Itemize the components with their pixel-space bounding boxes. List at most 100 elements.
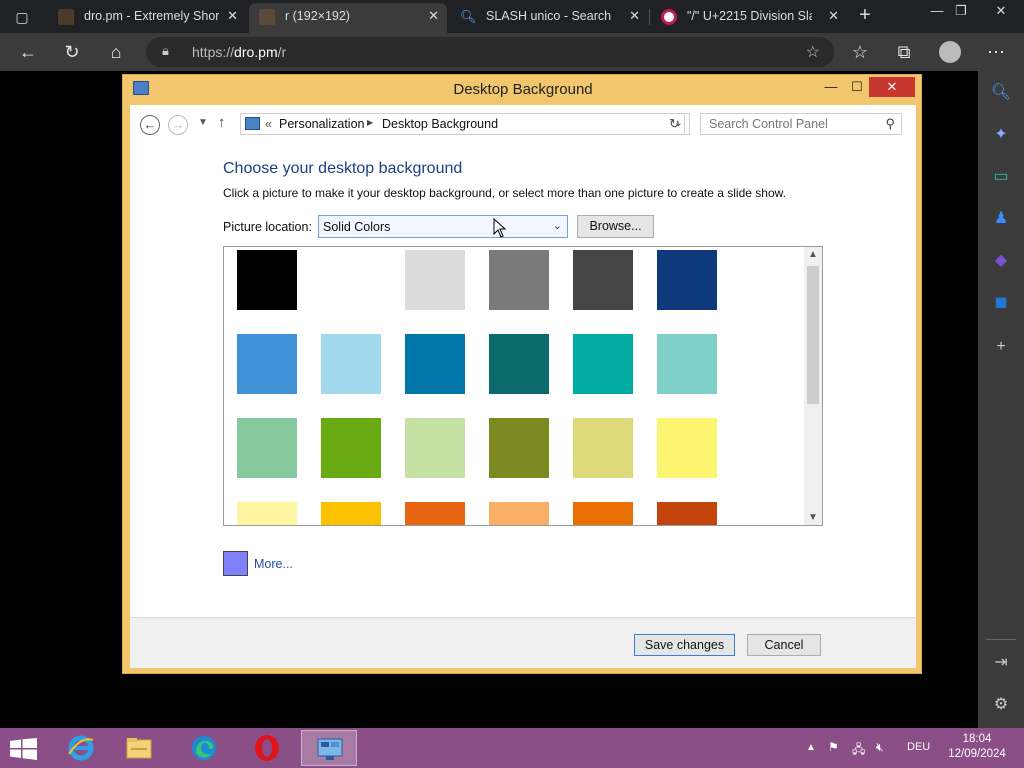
search-icon[interactable]: ⚲ bbox=[885, 116, 895, 132]
reload-icon[interactable]: ↻ bbox=[58, 39, 86, 65]
desktop-background-window: Desktop Background — ☐ ✕ ← → ▼ ↑ « Perso… bbox=[122, 74, 922, 674]
color-swatch[interactable] bbox=[657, 334, 717, 394]
system-clock[interactable]: 18:04 12/09/2024 bbox=[944, 732, 1010, 762]
color-swatch[interactable] bbox=[237, 502, 297, 525]
sidebar-toggle-icon[interactable]: ⇥ bbox=[989, 651, 1013, 675]
more-menu-icon[interactable]: ⋯ bbox=[982, 39, 1010, 65]
color-swatch[interactable] bbox=[405, 250, 465, 310]
more-colors-link[interactable]: More... bbox=[254, 557, 293, 571]
color-swatch[interactable] bbox=[489, 502, 549, 525]
tab-search[interactable]: 🔍︎ SLASH unico - Search ✕ bbox=[450, 3, 648, 33]
control-panel-taskbar-button[interactable] bbox=[301, 730, 357, 766]
network-icon[interactable]: 🖧︎ bbox=[852, 740, 865, 761]
window-title: Desktop Background bbox=[453, 81, 593, 98]
color-swatch[interactable] bbox=[405, 334, 465, 394]
edge-taskbar-button[interactable] bbox=[176, 730, 232, 766]
color-swatch[interactable] bbox=[573, 250, 633, 310]
search-input[interactable] bbox=[701, 114, 871, 134]
action-center-flag-icon[interactable]: ⚑ bbox=[828, 740, 839, 754]
profile-avatar[interactable] bbox=[936, 39, 964, 65]
forward-icon[interactable]: → bbox=[168, 115, 188, 135]
color-swatch[interactable] bbox=[405, 502, 465, 525]
close-icon[interactable]: ✕ bbox=[227, 3, 238, 29]
file-explorer-taskbar-button[interactable] bbox=[111, 730, 167, 766]
outlook-icon[interactable]: ◼ bbox=[989, 291, 1013, 315]
volume-muted-icon[interactable]: 🔇︎ bbox=[876, 740, 884, 755]
breadcrumb-overflow[interactable]: « bbox=[265, 117, 272, 131]
back-arrow-icon[interactable]: ← bbox=[14, 39, 42, 65]
folder-icon bbox=[126, 738, 152, 759]
people-icon[interactable]: ♟ bbox=[989, 207, 1013, 231]
color-swatch[interactable] bbox=[657, 502, 717, 525]
home-icon[interactable]: ⌂ bbox=[102, 39, 130, 65]
color-swatch[interactable] bbox=[237, 250, 297, 310]
vertical-scrollbar[interactable]: ▲ ▼ bbox=[804, 247, 822, 525]
tab-title: SLASH unico - Search bbox=[486, 9, 612, 23]
new-tab-button[interactable]: + bbox=[852, 4, 878, 28]
color-swatch[interactable] bbox=[657, 250, 717, 310]
color-swatch[interactable] bbox=[237, 334, 297, 394]
clock-time: 18:04 bbox=[962, 733, 992, 745]
scrollbar-thumb[interactable] bbox=[807, 266, 819, 404]
close-icon[interactable]: ✕ bbox=[428, 3, 439, 29]
close-icon[interactable]: ✕ bbox=[828, 3, 839, 29]
breadcrumb-desktop-background[interactable]: Desktop Background bbox=[382, 117, 498, 131]
settings-gear-icon[interactable]: ⚙ bbox=[989, 693, 1013, 717]
copilot-icon[interactable]: ✦ bbox=[989, 123, 1013, 147]
opera-taskbar-button[interactable] bbox=[239, 730, 295, 766]
color-swatch[interactable] bbox=[489, 334, 549, 394]
minimize-button[interactable]: — bbox=[817, 77, 845, 97]
tab-dro-pm[interactable]: dro.pm - Extremely Short ✕ bbox=[48, 3, 246, 33]
color-swatch[interactable] bbox=[573, 418, 633, 478]
add-favorite-icon[interactable]: ☆ bbox=[806, 42, 820, 62]
games-icon[interactable]: ◆ bbox=[989, 249, 1013, 273]
back-icon[interactable]: ← bbox=[140, 115, 160, 135]
color-swatch[interactable] bbox=[489, 418, 549, 478]
color-swatch[interactable] bbox=[237, 418, 297, 478]
tab-separator bbox=[649, 9, 650, 25]
breadcrumb-personalization[interactable]: Personalization bbox=[279, 117, 364, 131]
breadcrumb[interactable]: « Personalization ▶ Desktop Background ⌄ bbox=[240, 113, 690, 135]
recent-locations-icon[interactable]: ▼ bbox=[198, 117, 208, 128]
save-changes-button[interactable]: Save changes bbox=[634, 634, 735, 656]
color-swatch[interactable] bbox=[573, 334, 633, 394]
show-hidden-icons[interactable]: ▲ bbox=[806, 742, 816, 753]
add-icon[interactable]: + bbox=[989, 335, 1013, 359]
close-button[interactable]: ✕ bbox=[869, 77, 915, 97]
tab-image[interactable]: r (192×192) ✕ bbox=[249, 3, 447, 33]
shopping-icon[interactable]: ▭ bbox=[989, 165, 1013, 189]
color-swatch[interactable] bbox=[321, 250, 381, 310]
cancel-button[interactable]: Cancel bbox=[747, 634, 821, 656]
color-swatch[interactable] bbox=[405, 418, 465, 478]
close-window-button[interactable]: ✕ bbox=[986, 2, 1016, 20]
input-language[interactable]: DEU bbox=[907, 741, 930, 753]
color-swatch[interactable] bbox=[321, 418, 381, 478]
scroll-down-icon[interactable]: ▼ bbox=[804, 512, 822, 523]
sidebar-divider bbox=[986, 639, 1016, 640]
breadcrumb-chevron-icon[interactable]: ▶ bbox=[367, 118, 373, 127]
collections-icon[interactable]: ⧉ bbox=[890, 39, 918, 65]
color-swatch[interactable] bbox=[321, 502, 381, 525]
refresh-icon[interactable]: ↻ bbox=[665, 113, 685, 135]
more-colors-swatch[interactable] bbox=[223, 551, 248, 576]
favorites-icon[interactable]: ☆ bbox=[846, 39, 874, 65]
url-text: https://dro.pm/r bbox=[192, 44, 287, 60]
maximize-button[interactable]: ☐ bbox=[845, 77, 869, 97]
search-icon[interactable]: 🔍︎ bbox=[989, 81, 1013, 105]
tab-division-slash[interactable]: "/" U+2215 Division Slash ✕ bbox=[651, 3, 847, 33]
color-swatch[interactable] bbox=[321, 334, 381, 394]
color-swatch-grid: ▲ ▼ bbox=[223, 246, 823, 526]
windows-start-icon[interactable] bbox=[10, 738, 38, 760]
address-bar[interactable]: 🔒︎ https://dro.pm/r ☆ bbox=[146, 37, 834, 67]
browse-button[interactable]: Browse... bbox=[577, 215, 654, 238]
color-swatch[interactable] bbox=[489, 250, 549, 310]
restore-window-button[interactable]: ❐ bbox=[946, 2, 976, 20]
close-icon[interactable]: ✕ bbox=[629, 3, 640, 29]
internet-explorer-taskbar-button[interactable] bbox=[53, 730, 109, 766]
tab-actions-icon[interactable]: ▢ bbox=[10, 6, 34, 28]
up-arrow-icon[interactable]: ↑ bbox=[218, 114, 226, 131]
color-swatch[interactable] bbox=[657, 418, 717, 478]
scroll-up-icon[interactable]: ▲ bbox=[804, 249, 822, 260]
color-swatch[interactable] bbox=[573, 502, 633, 525]
picture-location-select[interactable]: Solid Colors ⌄ bbox=[318, 215, 568, 238]
